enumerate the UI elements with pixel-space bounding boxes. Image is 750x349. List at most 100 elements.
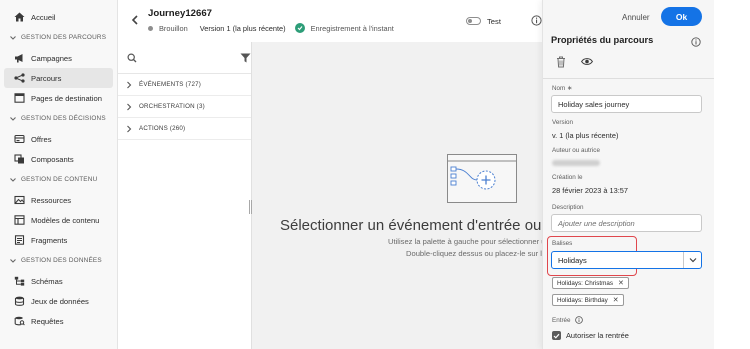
chevron-down-icon[interactable] (683, 252, 701, 268)
sidebar-item-accueil[interactable]: Accueil (0, 7, 117, 27)
sidebar-item-composants[interactable]: Composants (0, 149, 117, 169)
palette-group-actions[interactable]: ACTIONS (260) (118, 118, 251, 140)
palette-group-label: ACTIONS (260) (139, 125, 186, 132)
filter-icon[interactable] (240, 53, 251, 63)
tags-combobox[interactable]: Holidays (551, 251, 702, 269)
canvas-empty-hint-1: Utilisez la palette à gauche pour sélect… (388, 237, 542, 246)
datasets-icon (13, 295, 25, 307)
components-icon (13, 153, 25, 165)
sidebar-item-label: Campagnes (31, 53, 72, 63)
templates-icon (13, 214, 25, 226)
sidebar-item-parcours[interactable]: Parcours (4, 68, 113, 88)
sidebar-item-label: Pages de destination (31, 93, 102, 103)
name-label: Nom ∗ (552, 85, 573, 92)
eye-icon[interactable] (581, 57, 593, 66)
chevron-right-icon (126, 81, 134, 89)
megaphone-icon (13, 52, 25, 64)
allow-reentry-checkbox[interactable] (552, 331, 561, 340)
test-mode-toggle[interactable] (466, 17, 481, 25)
journey-status-line: Brouillon Version 1 (la plus récente) En… (148, 23, 394, 33)
sidebar-item-campagnes[interactable]: Campagnes (0, 48, 117, 68)
back-arrow-icon[interactable] (130, 14, 140, 26)
palette-search (118, 42, 251, 74)
queries-icon (13, 315, 25, 327)
nav-section-label: GESTION DES PARCOURS (21, 34, 107, 41)
activity-palette: ÉVÉNEMENTS (727) ORCHESTRATION (3) ACTIONS… (118, 42, 252, 349)
sidebar-item-label: Modèles de contenu (31, 215, 100, 225)
sidebar-item-pages-de-destination[interactable]: Pages de destination (0, 88, 117, 108)
landing-page-icon (13, 92, 25, 104)
tags-label: Balises (552, 240, 573, 247)
status-dot-icon (148, 25, 153, 31)
sidebar-item-fragments[interactable]: Fragments (0, 230, 117, 250)
remove-tag-icon[interactable]: ✕ (613, 296, 619, 304)
chevron-right-icon (126, 103, 134, 111)
sidebar-item-label: Offres (31, 134, 52, 144)
nav-section-gestion-des-parcours[interactable]: GESTION DES PARCOURS (0, 27, 117, 48)
created-value: 28 février 2023 à 13:57 (552, 186, 629, 195)
tag-chip[interactable]: Holidays: Birthday ✕ (552, 294, 624, 306)
description-field[interactable]: Ajouter une description (551, 214, 702, 232)
palette-search-input[interactable] (143, 53, 240, 62)
journey-name-field[interactable]: Holiday sales journey (551, 95, 702, 113)
search-icon (127, 52, 137, 63)
tag-chip[interactable]: Holidays: Christmas ✕ (552, 277, 629, 289)
sidebar-item-label: Fragments (31, 235, 68, 245)
sidebar-item-label: Accueil (31, 12, 56, 22)
entry-section-label: Entrée (552, 316, 583, 324)
palette-group-evenements[interactable]: ÉVÉNEMENTS (727) (118, 74, 251, 96)
journey-title: Journey12667 (148, 8, 212, 19)
chevron-right-icon (126, 125, 134, 133)
entry-label-text: Entrée (552, 316, 571, 324)
sidebar-item-label: Composants (31, 154, 74, 164)
author-label: Auteur ou autrice (552, 147, 600, 154)
sidebar-item-requetes[interactable]: Requêtes (0, 311, 117, 331)
version-value: v. 1 (la plus récente) (552, 131, 619, 140)
sidebar-item-offres[interactable]: Offres (0, 129, 117, 149)
home-icon (13, 11, 25, 23)
ok-button[interactable]: Ok (661, 7, 702, 26)
tag-chip-label: Holidays: Birthday (557, 296, 608, 304)
created-label: Création le (552, 174, 583, 181)
panel-resize-handle[interactable] (249, 200, 252, 214)
sidebar-item-ressources[interactable]: Ressources (0, 190, 117, 210)
nav-section-gestion-des-donnees[interactable]: GESTION DES DONNÉES (0, 250, 117, 271)
remove-tag-icon[interactable]: ✕ (618, 279, 624, 287)
page-margin (714, 0, 750, 349)
properties-title: Propriétés du parcours (551, 35, 654, 45)
save-status: Enregistrement à l'instant (310, 23, 394, 33)
info-icon[interactable] (574, 316, 583, 324)
version-label[interactable]: Version 1 (la plus récente) (200, 24, 286, 33)
sidebar-item-modeles-de-contenu[interactable]: Modèles de contenu (0, 210, 117, 230)
author-value-redacted (552, 160, 600, 166)
nav-section-label: GESTION DE CONTENU (21, 176, 98, 183)
nav-section-label: GESTION DES DÉCISIONS (21, 115, 106, 122)
left-navigation: Accueil GESTION DES PARCOURS Campagnes Parc… (0, 0, 118, 349)
nav-section-gestion-de-contenu[interactable]: GESTION DE CONTENU (0, 169, 117, 190)
allow-reentry-label: Autoriser la rentrée (566, 331, 629, 340)
sidebar-item-jeux-de-donnees[interactable]: Jeux de données (0, 291, 117, 311)
palette-group-orchestration[interactable]: ORCHESTRATION (3) (118, 96, 251, 118)
fragments-icon (13, 234, 25, 246)
sidebar-item-label: Parcours (31, 73, 62, 83)
trash-icon[interactable] (556, 56, 566, 68)
chevron-down-icon (9, 115, 17, 123)
tags-input[interactable]: Holidays (552, 252, 683, 268)
schema-icon (13, 275, 25, 287)
canvas-empty-title: Sélectionner un événement d'entrée ou un… (280, 217, 542, 234)
cancel-button[interactable]: Annuler (616, 8, 656, 26)
offers-icon (13, 133, 25, 145)
empty-canvas-illustration (447, 154, 517, 203)
chevron-down-icon (9, 34, 17, 42)
journey-header: Journey12667 Brouillon Version 1 (la plu… (118, 0, 542, 42)
journey-properties-panel: Annuler Ok Propriétés du parcours Nom ∗ … (542, 0, 715, 349)
info-icon[interactable] (531, 15, 542, 26)
sidebar-item-schemas[interactable]: Schémas (0, 271, 117, 291)
sidebar-item-label: Ressources (31, 195, 72, 205)
info-icon[interactable] (691, 37, 701, 47)
nav-section-gestion-des-decisions[interactable]: GESTION DES DÉCISIONS (0, 108, 117, 129)
canvas-empty-hint-2: Double-cliquez dessus ou placez-le sur l… (406, 249, 542, 258)
journey-canvas[interactable]: Sélectionner un événement d'entrée ou un… (252, 42, 542, 349)
palette-group-label: ORCHESTRATION (3) (139, 103, 205, 110)
chevron-down-icon (9, 176, 17, 184)
